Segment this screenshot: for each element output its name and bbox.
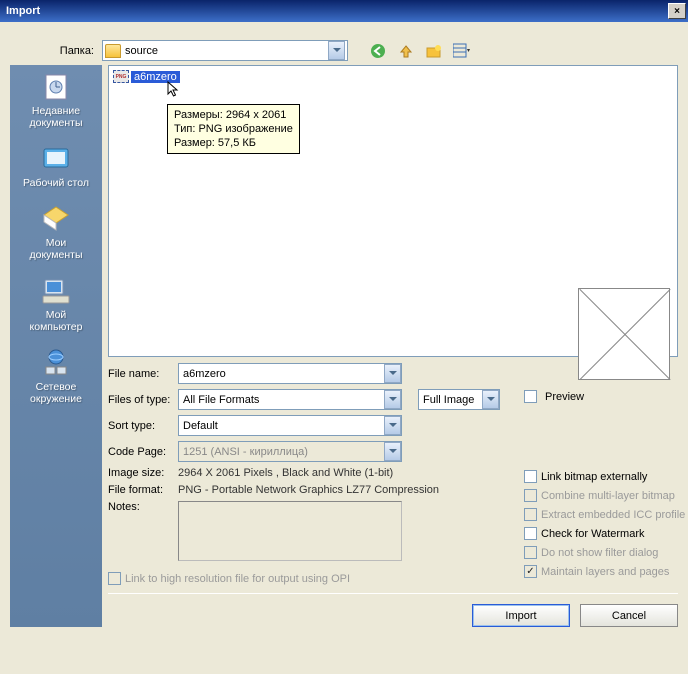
recent-docs-icon bbox=[40, 71, 72, 103]
separator bbox=[108, 593, 678, 594]
place-desktop[interactable]: Рабочий стол bbox=[23, 143, 89, 189]
folder-value: source bbox=[125, 45, 158, 57]
dialog-title: Import bbox=[6, 5, 40, 17]
link-bitmap-label: Link bitmap externally bbox=[541, 471, 647, 483]
files-type-value: All File Formats bbox=[183, 394, 259, 406]
full-image-select[interactable]: Full Image bbox=[418, 389, 500, 410]
chevron-down-icon bbox=[384, 442, 401, 461]
file-tooltip: Размеры: 2964 x 2061 Тип: PNG изображени… bbox=[167, 104, 300, 154]
network-icon bbox=[40, 347, 72, 379]
back-icon[interactable] bbox=[368, 41, 388, 61]
computer-icon bbox=[40, 275, 72, 307]
place-network[interactable]: Сетевое окружение bbox=[30, 347, 82, 405]
folder-icon bbox=[105, 44, 121, 58]
imagesize-label: Image size: bbox=[108, 467, 178, 479]
codepage-label: Code Page: bbox=[108, 446, 178, 458]
place-label: Сетевое окружение bbox=[30, 381, 82, 405]
sort-select[interactable]: Default bbox=[178, 415, 402, 436]
place-label: Недавние документы bbox=[29, 105, 82, 129]
no-filter-label: Do not show filter dialog bbox=[541, 547, 658, 559]
close-button[interactable]: × bbox=[668, 3, 686, 19]
place-mycomputer[interactable]: Мой компьютер bbox=[30, 275, 83, 333]
folder-label: Папка: bbox=[10, 45, 102, 57]
chevron-down-icon[interactable] bbox=[482, 390, 499, 409]
tooltip-line: Тип: PNG изображение bbox=[174, 122, 293, 136]
sort-value: Default bbox=[183, 420, 218, 432]
notes-field bbox=[178, 501, 402, 561]
codepage-value: 1251 (ANSI - кириллица) bbox=[183, 446, 308, 458]
maintain-checkbox bbox=[524, 565, 537, 578]
codepage-select: 1251 (ANSI - кириллица) bbox=[178, 441, 402, 462]
combine-label: Combine multi-layer bitmap bbox=[541, 490, 675, 502]
sort-label: Sort type: bbox=[108, 420, 178, 432]
place-label: Мой компьютер bbox=[30, 309, 83, 333]
new-folder-icon[interactable] bbox=[424, 41, 444, 61]
cursor-icon bbox=[167, 81, 181, 99]
place-label: Мои документы bbox=[29, 237, 82, 261]
desktop-icon bbox=[40, 143, 72, 175]
chevron-down-icon[interactable] bbox=[384, 390, 401, 409]
preview-thumbnail bbox=[578, 288, 670, 380]
file-name-input[interactable]: a6mzero bbox=[178, 363, 402, 384]
folder-dropdown[interactable]: source bbox=[102, 40, 348, 61]
combine-checkbox bbox=[524, 489, 537, 502]
place-label: Рабочий стол bbox=[23, 177, 89, 189]
mydocs-icon bbox=[40, 203, 72, 235]
extract-icc-checkbox bbox=[524, 508, 537, 521]
png-thumb-icon: PNG bbox=[113, 70, 129, 83]
place-mydocs[interactable]: Мои документы bbox=[29, 203, 82, 261]
imagesize-value: 2964 X 2061 Pixels , Black and White (1-… bbox=[178, 467, 393, 479]
opi-label: Link to high resolution file for output … bbox=[125, 573, 350, 585]
extract-icc-label: Extract embedded ICC profile bbox=[541, 509, 685, 521]
preview-checkbox[interactable] bbox=[524, 390, 537, 403]
tooltip-line: Размер: 57,5 КБ bbox=[174, 136, 293, 150]
files-type-select[interactable]: All File Formats bbox=[178, 389, 402, 410]
places-bar: Недавние документы Рабочий стол Мои доку… bbox=[10, 65, 102, 627]
tooltip-line: Размеры: 2964 x 2061 bbox=[174, 108, 293, 122]
fileformat-value: PNG - Portable Network Graphics LZ77 Com… bbox=[178, 484, 439, 496]
place-recent[interactable]: Недавние документы bbox=[29, 71, 82, 129]
no-filter-checkbox bbox=[524, 546, 537, 559]
chevron-down-icon[interactable] bbox=[384, 416, 401, 435]
watermark-checkbox[interactable] bbox=[524, 527, 537, 540]
up-icon[interactable] bbox=[396, 41, 416, 61]
file-name-label: File name: bbox=[108, 368, 178, 380]
notes-label: Notes: bbox=[108, 501, 178, 513]
link-bitmap-checkbox[interactable] bbox=[524, 470, 537, 483]
chevron-down-icon[interactable] bbox=[384, 364, 401, 383]
fileformat-label: File format: bbox=[108, 484, 178, 496]
file-name-value: a6mzero bbox=[183, 368, 226, 380]
watermark-label: Check for Watermark bbox=[541, 528, 645, 540]
preview-label: Preview bbox=[545, 391, 584, 403]
files-type-label: Files of type: bbox=[108, 394, 178, 406]
maintain-label: Maintain layers and pages bbox=[541, 566, 669, 578]
opi-checkbox bbox=[108, 572, 121, 585]
import-button[interactable]: Import bbox=[472, 604, 570, 627]
cancel-button[interactable]: Cancel bbox=[580, 604, 678, 627]
chevron-down-icon[interactable] bbox=[328, 41, 345, 60]
full-image-value: Full Image bbox=[423, 394, 474, 406]
view-menu-icon[interactable] bbox=[452, 41, 472, 61]
